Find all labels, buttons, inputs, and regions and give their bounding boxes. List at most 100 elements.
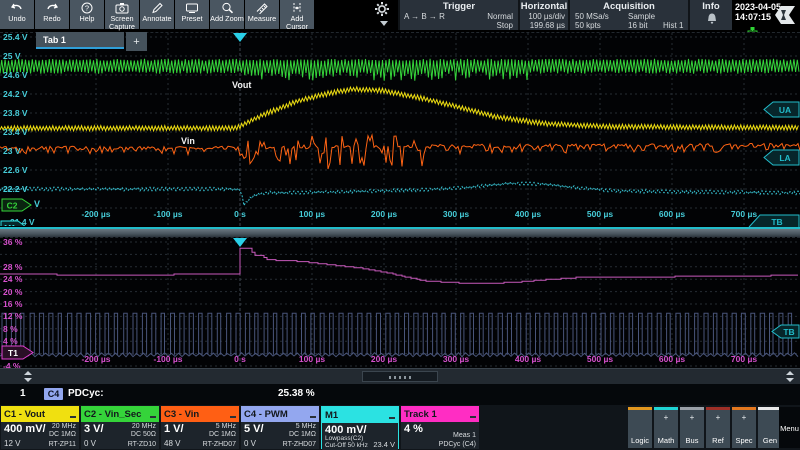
info-title: Info [702, 1, 720, 12]
c2-level-badge[interactable]: C2 [1, 198, 33, 212]
scroll-down-icon[interactable] [24, 378, 32, 382]
channel-card-c4[interactable]: C4 - PWM 5 V/ 5 MHz DC 1MΩ 0 V RT-ZHD07 [241, 406, 319, 449]
minimize-icon[interactable] [230, 416, 236, 418]
m1-level-badge[interactable]: M1 [0, 220, 28, 226]
x-tick: -200 µs [81, 209, 111, 219]
undo-icon [10, 2, 24, 14]
oscilloscope-screen: Undo Redo ? Help Screen Capture Annotate… [0, 0, 800, 450]
redo-icon [45, 2, 59, 14]
svg-text:TB: TB [771, 217, 782, 227]
x-tick: 200 µs [370, 354, 398, 364]
x-tick: 0 s [234, 209, 246, 219]
y-tick: 23.4 V [3, 127, 28, 137]
minimize-icon[interactable] [70, 416, 76, 418]
acquisition-panel[interactable]: Acquisition 50 MSa/s Sample 50 kpts 16 b… [568, 0, 688, 30]
menu-button[interactable]: Menu [779, 407, 800, 448]
horizontal-scale: 100 µs/div [528, 12, 565, 21]
vout-annotation: Vout [232, 80, 252, 90]
trigger-sequence: A → B → R [404, 12, 445, 21]
horizontal-panel[interactable]: Horizontal 100 µs/div 199.68 µs [518, 0, 568, 30]
undo-button[interactable]: Undo [0, 0, 34, 29]
channel-card-c3[interactable]: C3 - Vin 1 V/ 5 MHz DC 1MΩ 48 V RT-ZHD07 [161, 406, 239, 449]
scroll-up-icon[interactable] [786, 371, 794, 375]
bus-button[interactable]: + Bus [680, 407, 704, 448]
channel-card-c2[interactable]: C2 - Vin_Sec 3 V/ 20 MHz DC 50Ω 0 V RT-Z… [81, 406, 159, 449]
math-card-m1[interactable]: M1 400 mV/ Lowpass(C2) Cut-Off 50 kHz 23… [321, 406, 399, 450]
horizontal-position: 199.68 µs [529, 21, 565, 30]
add-zoom-button[interactable]: Add Zoom [210, 0, 244, 29]
minimize-icon[interactable] [150, 416, 156, 418]
gear-icon [374, 2, 390, 21]
add-cursor-button[interactable]: Add Cursor [280, 0, 314, 31]
svg-text:M1: M1 [4, 223, 16, 226]
logic-button[interactable]: Logic [628, 407, 652, 448]
bottom-splitter[interactable] [0, 368, 800, 384]
minimize-icon[interactable] [389, 417, 395, 419]
scroll-down-icon[interactable] [786, 378, 794, 382]
redo-button[interactable]: Redo [35, 0, 69, 29]
trigger-title: Trigger [442, 1, 476, 12]
x-tick: 300 µs [442, 209, 470, 219]
measurement-row[interactable]: 1 C4 PDCyc: 25.38 % [0, 384, 800, 405]
y-tick: 23.8 V [3, 108, 28, 118]
help-icon: ? [81, 2, 93, 14]
y-tick: 16 % [3, 299, 23, 309]
bell-icon[interactable] [705, 12, 719, 31]
x-tick: 0 s [234, 354, 246, 364]
timebase-tab[interactable]: TB [744, 214, 800, 228]
x-tick: 400 µs [514, 209, 542, 219]
trigger-position-marker[interactable] [233, 33, 247, 42]
diagram1-plot[interactable] [0, 33, 800, 226]
timebase-badge[interactable]: TB [770, 324, 800, 339]
record-length: 50 kpts [575, 21, 601, 30]
help-button[interactable]: ? Help [70, 0, 104, 29]
time-display: 14:07:15 [735, 12, 772, 22]
camera-icon [115, 2, 129, 14]
measurement-index: 1 [20, 388, 26, 399]
screen-capture-button[interactable]: Screen Capture [105, 0, 139, 31]
y-tick: 25 V [3, 51, 21, 61]
preset-button[interactable]: Preset [175, 0, 209, 29]
y-tick: 24.2 V [3, 89, 28, 99]
svg-text:LA: LA [779, 153, 790, 163]
tab-1[interactable]: Tab 1 [36, 32, 124, 49]
settings-button[interactable] [374, 1, 394, 29]
diagram1[interactable]: 25.4 V 25 V 24.6 V 24.2 V 23.8 V 23.4 V … [0, 32, 800, 226]
y-tick: 28 % [3, 262, 23, 272]
x-tick: 700 µs [730, 354, 758, 364]
resolution: 16 bit [628, 21, 648, 30]
svg-text:T1: T1 [8, 348, 18, 358]
ref-button[interactable]: + Ref [706, 407, 730, 448]
y-tick: -4 % [3, 361, 21, 368]
acquisition-mode: Sample [628, 12, 656, 21]
y-tick: 22.2 V [3, 184, 28, 194]
measurement-source-badge: C4 [44, 388, 63, 400]
signal-bar: C1 - Vout 400 mV/ 20 MHz DC 1MΩ 12 V RT-… [0, 405, 800, 450]
track-level-badge[interactable]: T1 [1, 345, 35, 360]
diagram2-plot[interactable] [0, 238, 800, 368]
math-button[interactable]: + Math [654, 407, 678, 448]
minimize-icon[interactable] [470, 416, 476, 418]
x-tick: -100 µs [153, 209, 183, 219]
track-card[interactable]: Track 1 4 % Meas 1 PDCyc (C4) [401, 406, 479, 449]
svg-text:UA: UA [779, 105, 791, 115]
diagram2[interactable]: 36 % 28 % 24 % 20 % 16 % 12 % 8 % 4 % -4… [0, 237, 800, 368]
trigger-panel[interactable]: Trigger A → B → R Normal Stop [398, 0, 518, 30]
scroll-up-icon[interactable] [24, 371, 32, 375]
channel-card-c1[interactable]: C1 - Vout 400 mV/ 20 MHz DC 1MΩ 12 V RT-… [1, 406, 79, 449]
upper-trigger-level-badge[interactable]: UA [762, 101, 800, 118]
annotate-button[interactable]: Annotate [140, 0, 174, 29]
sample-rate: 50 MSa/s [575, 12, 609, 21]
x-tick: -100 µs [153, 354, 183, 364]
splitter-handle[interactable] [362, 371, 438, 382]
minimize-icon[interactable] [310, 416, 316, 418]
trigger-state: Stop [496, 21, 513, 30]
add-tab-button[interactable]: + [126, 32, 147, 51]
measure-button[interactable]: Measure [245, 0, 279, 29]
measurement-label: PDCyc: [68, 388, 104, 399]
info-panel[interactable]: Info [688, 0, 732, 30]
spec-button[interactable]: + Spec [732, 407, 756, 448]
lower-trigger-level-badge[interactable]: LA [762, 149, 800, 166]
history-label: Hist 1 [663, 21, 684, 30]
trigger-position-marker[interactable] [233, 238, 247, 247]
